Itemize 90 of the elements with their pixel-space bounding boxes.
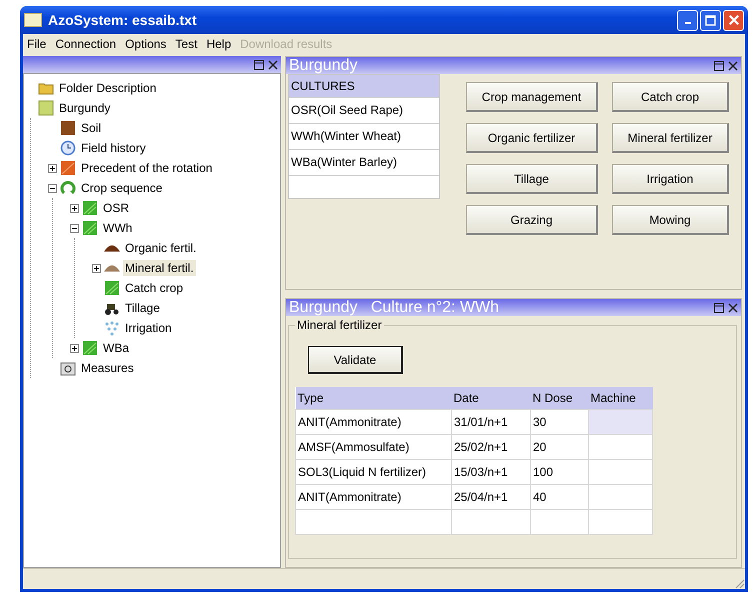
tree-item[interactable]: WBa	[101, 340, 132, 356]
table-cell[interactable]: 31/01/n+1	[452, 410, 530, 434]
action-button[interactable]: Mowing	[612, 205, 729, 235]
tree-item[interactable]: WWh	[101, 220, 134, 236]
camera-icon	[60, 360, 76, 376]
soil-icon	[60, 120, 76, 136]
tree-item[interactable]: Field history	[79, 140, 148, 156]
tree-item[interactable]: Tillage	[123, 300, 162, 316]
crop-icon	[82, 200, 98, 216]
expand-icon[interactable]	[70, 344, 79, 352]
table-cell[interactable]: 40	[530, 484, 588, 510]
table-cell[interactable]: AMSF(Ammosulfate)	[296, 434, 452, 460]
tree-item[interactable]: Mineral fertil.	[123, 260, 196, 276]
tree-item[interactable]: Folder Description	[57, 80, 158, 96]
list-item[interactable]: OSR(Oil Seed Rape)	[289, 97, 439, 123]
crop-icon	[104, 280, 120, 296]
table-cell[interactable]: 20	[530, 434, 588, 460]
water-drops-icon	[104, 320, 120, 336]
column-header: N Dose	[530, 387, 588, 410]
table-cell[interactable]: 15/03/n+1	[452, 460, 530, 484]
table-cell[interactable]: 30	[530, 410, 588, 434]
column-header: Machine	[588, 387, 652, 410]
cycle-icon	[60, 180, 76, 196]
close-icon[interactable]	[727, 60, 739, 72]
table-cell[interactable]: SOL3(Liquid N fertilizer)	[296, 460, 452, 484]
panel-title: Burgundy Culture n°2: WWh	[289, 299, 500, 316]
crop-icon	[82, 220, 98, 236]
action-button[interactable]: Catch crop	[612, 82, 729, 112]
close-button[interactable]	[723, 10, 744, 30]
expand-icon[interactable]	[48, 164, 57, 172]
restore-icon[interactable]	[713, 60, 725, 72]
action-button[interactable]: Grazing	[466, 205, 598, 235]
table-cell[interactable]	[588, 460, 652, 484]
menu-item[interactable]: Help	[206, 37, 232, 51]
window-title: AzoSystem: essaib.txt	[48, 12, 198, 28]
action-button[interactable]: Crop management	[466, 82, 598, 112]
expand-icon[interactable]	[92, 264, 101, 272]
resize-grip-icon[interactable]	[733, 577, 745, 589]
menu-item[interactable]: Connection	[55, 37, 116, 51]
maximize-button[interactable]	[700, 10, 721, 30]
table-cell[interactable]	[588, 484, 652, 510]
close-icon[interactable]	[727, 302, 739, 314]
table-cell[interactable]: 100	[530, 460, 588, 484]
tree-item[interactable]: Measures	[79, 360, 136, 376]
maximize-icon	[705, 14, 716, 26]
tree-item[interactable]: Catch crop	[123, 280, 186, 296]
list-header: CULTURES	[289, 75, 439, 97]
menu-item[interactable]: File	[27, 37, 46, 51]
list-item[interactable]: WWh(Winter Wheat)	[289, 123, 439, 149]
action-button[interactable]: Irrigation	[612, 164, 729, 194]
restore-icon[interactable]	[713, 302, 725, 314]
crop-icon	[60, 160, 76, 176]
close-icon	[728, 15, 738, 25]
tree-item[interactable]: Precedent of the rotation	[79, 160, 214, 176]
action-button[interactable]: Organic fertilizer	[466, 123, 598, 153]
window-icon	[24, 13, 42, 27]
close-icon[interactable]	[267, 58, 279, 70]
tree-item[interactable]: Organic fertil.	[123, 240, 198, 256]
table-cell[interactable]: 25/04/n+1	[452, 484, 530, 510]
table-cell[interactable]	[588, 410, 652, 434]
menu-item[interactable]: Test	[175, 37, 198, 51]
heap-icon	[104, 244, 120, 252]
collapse-icon[interactable]	[48, 184, 57, 192]
tree-item[interactable]: Crop sequence	[79, 180, 164, 196]
clock-icon	[60, 140, 76, 156]
expand-icon[interactable]	[70, 204, 79, 212]
validate-button[interactable]: Validate	[308, 346, 403, 374]
crop-icon	[82, 340, 98, 356]
tree-item[interactable]: Soil	[79, 120, 104, 136]
table-cell[interactable]: ANIT(Ammonitrate)	[296, 484, 452, 510]
tree-item[interactable]: Burgundy	[57, 100, 112, 116]
tree-item[interactable]: OSR	[101, 200, 132, 216]
heap-icon	[104, 264, 120, 272]
collapse-icon[interactable]	[70, 224, 79, 232]
table-cell[interactable]: ANIT(Ammonitrate)	[296, 410, 452, 434]
square-icon	[38, 100, 54, 116]
list-item[interactable]: WBa(Winter Barley)	[289, 149, 439, 175]
column-header: Date	[452, 387, 530, 410]
table-cell[interactable]	[588, 434, 652, 460]
panel-title: Burgundy	[289, 57, 358, 74]
group-label: Mineral fertilizer	[296, 318, 383, 332]
action-button[interactable]: Mineral fertilizer	[612, 123, 729, 153]
tree-item[interactable]: Irrigation	[123, 320, 174, 336]
restore-icon[interactable]	[253, 58, 265, 70]
menu-item[interactable]: Options	[125, 37, 166, 51]
action-button[interactable]: Tillage	[466, 164, 598, 194]
table-cell[interactable]: 25/02/n+1	[452, 434, 530, 460]
minimize-icon	[684, 22, 690, 24]
column-header: Type	[296, 387, 452, 410]
minimize-button[interactable]	[677, 10, 698, 30]
